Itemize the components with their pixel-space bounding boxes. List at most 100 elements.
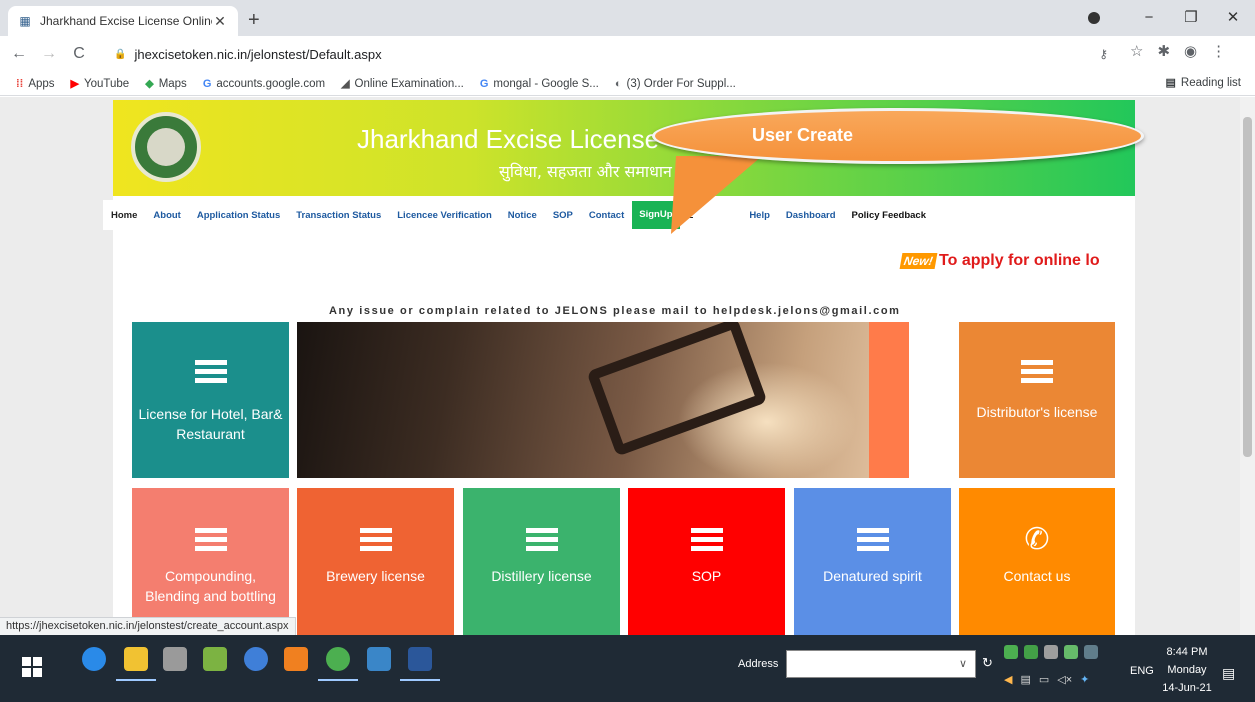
menu-hamburger-icon <box>690 528 723 555</box>
chrome-icon[interactable] <box>318 647 358 681</box>
bookmark-order-for-supply[interactable]: ◐ (3) Order For Suppl... <box>615 78 736 90</box>
tray-cloud-icon[interactable] <box>1044 645 1058 659</box>
tray-app-icon[interactable] <box>1024 645 1038 659</box>
minimize-button[interactable]: − <box>1128 4 1170 32</box>
tab-title: Jharkhand Excise License Online <box>40 14 212 28</box>
menu-sop[interactable]: SOP <box>545 210 581 221</box>
edge-icon[interactable] <box>82 647 106 671</box>
menu-hamburger-icon <box>359 528 392 555</box>
notification-center-icon[interactable]: ▤ <box>1222 665 1235 682</box>
address-refresh-icon[interactable]: ↻ <box>982 655 993 671</box>
close-window-button[interactable]: ✕ <box>1212 4 1254 32</box>
site-title: Jharkhand Excise License <box>357 124 660 154</box>
tile-hotel-bar-license[interactable]: License for Hotel, Bar& Restaurant <box>132 322 289 478</box>
tray-battery-icon[interactable]: ▭ <box>1039 673 1049 686</box>
exam-icon: ◢ <box>341 78 350 90</box>
bookmark-accounts-google[interactable]: Gaccounts.google.com <box>203 78 325 90</box>
tray-display-icon[interactable]: ▤ <box>1020 673 1030 686</box>
menu-application-status[interactable]: Application Status <box>189 210 288 221</box>
scrollbar-thumb[interactable] <box>1243 117 1252 457</box>
browser-tab[interactable]: ▦ Jharkhand Excise License Online ✕ <box>8 6 238 36</box>
menu-policy-feedback[interactable]: Policy Feedback <box>844 210 934 221</box>
browser-toolbar: ← → C 🔒 jhexcisetoken.nic.in/jelonstest/… <box>0 36 1255 72</box>
bookmark-apps[interactable]: ⁞⁞ Apps <box>16 78 55 90</box>
extensions-puzzle-icon[interactable]: ✱ <box>1157 42 1170 60</box>
bookmarks-bar: ⁞⁞ Apps ▶ YouTube ◆ Maps Gaccounts.google.c… <box>0 72 1255 96</box>
page-scrollbar[interactable] <box>1240 97 1255 635</box>
tray-arrow-icon[interactable]: ◀ <box>1004 673 1012 686</box>
vlc-icon[interactable] <box>284 647 308 671</box>
tray-pen-icon[interactable] <box>1084 645 1098 659</box>
tile-sop[interactable]: SOP <box>628 488 785 635</box>
tile-distributor-license[interactable]: Distributor's license <box>959 322 1115 478</box>
word-icon[interactable] <box>400 647 440 681</box>
menu-transaction-status[interactable]: Transaction Status <box>288 210 389 221</box>
hero-photo <box>297 322 909 478</box>
tray-network-icon[interactable] <box>1064 645 1078 659</box>
clock-day: Monday <box>1167 664 1207 676</box>
forward-arrow-icon[interactable]: → <box>38 45 60 63</box>
photos-icon[interactable] <box>367 647 391 671</box>
bookmark-mongal-google[interactable]: Gmongal - Google S... <box>480 78 599 90</box>
maximize-button[interactable]: ❐ <box>1170 4 1212 32</box>
site-favicon-icon: ▦ <box>19 14 31 28</box>
user-create-callout: User Create <box>652 108 1144 164</box>
jharkhand-emblem-icon <box>131 112 201 182</box>
url-text: jhexcisetoken.nic.in/jelonstest/Default.… <box>134 46 382 62</box>
tray-shield-icon[interactable] <box>1004 645 1018 659</box>
menu-licencee-verification[interactable]: Licencee Verification <box>389 210 500 221</box>
toolbar-actions: ☆ ✱ ◉ ⋮ <box>1130 42 1226 60</box>
browser-circle-icon[interactable] <box>244 647 268 671</box>
menu-contact[interactable]: Contact <box>581 210 632 221</box>
language-indicator[interactable]: ENG <box>1130 665 1154 677</box>
new-tab-button[interactable]: + <box>248 9 260 32</box>
announcement-marquee[interactable]: New! To apply for online lo <box>899 252 1100 270</box>
address-toolbar-label: Address <box>738 658 779 670</box>
menu-home[interactable]: Home <box>103 210 145 221</box>
bookmark-online-examination[interactable]: ◢ Online Examination... <box>341 77 464 91</box>
tab-close-icon[interactable]: ✕ <box>212 13 228 30</box>
tile-compounding-blending[interactable]: Compounding, Blending and bottling <box>132 488 289 635</box>
menu-help[interactable]: Help <box>741 210 778 221</box>
status-bar-url: https://jhexcisetoken.nic.in/jelonstest/… <box>0 617 296 635</box>
reading-list-icon: ▤ <box>1165 77 1176 89</box>
tile-brewery-license[interactable]: Brewery license <box>297 488 454 635</box>
volume-muted-icon[interactable]: ◁× <box>1057 673 1072 686</box>
extension-emblem-icon[interactable]: ◉ <box>1184 42 1197 60</box>
youtube-icon: ▶ <box>70 78 80 90</box>
bookmark-youtube[interactable]: ▶ YouTube <box>70 77 130 91</box>
bookmark-star-icon[interactable]: ☆ <box>1130 42 1143 60</box>
site-container: Jharkhand Excise License सुविधा, सहजता औ… <box>103 100 1135 635</box>
google-icon: G <box>202 77 212 90</box>
main-menu: Home About Application Status Transactio… <box>103 200 1135 230</box>
bookmark-maps[interactable]: ◆ Maps <box>145 77 187 91</box>
reload-icon[interactable]: C <box>68 45 90 63</box>
tile-distillery-license[interactable]: Distillery license <box>463 488 620 635</box>
windows-taskbar: Address ∨ ↻ ◀ ▤ ▭ ◁× ✦ ENG 8:44 PM Monda… <box>0 635 1255 702</box>
globe-icon: ◐ <box>614 77 622 90</box>
dropdown-chevron-icon[interactable]: ∨ <box>959 657 967 670</box>
menu-hamburger-icon <box>856 528 889 555</box>
clock-date: 14-Jun-21 <box>1162 682 1212 694</box>
menu-dashboard[interactable]: Dashboard <box>778 210 844 221</box>
menu-kebab-icon[interactable]: ⋮ <box>1211 42 1226 60</box>
menu-notice[interactable]: Notice <box>500 210 545 221</box>
back-arrow-icon[interactable]: ← <box>8 45 30 63</box>
reading-list-button[interactable]: ▤ Reading list <box>1165 76 1242 90</box>
system-clock[interactable]: 8:44 PM Monday 14-Jun-21 <box>1162 643 1212 697</box>
file-explorer-icon[interactable] <box>116 647 156 681</box>
callout-text: User Create <box>752 125 854 145</box>
tray-bluetooth-icon[interactable]: ✦ <box>1080 673 1089 686</box>
tile-contact-us[interactable]: ✆ Contact us <box>959 488 1115 635</box>
maps-icon: ◆ <box>145 78 154 90</box>
password-key-icon[interactable]: ⚷ <box>1099 47 1108 61</box>
profile-indicator-icon[interactable] <box>1088 12 1100 24</box>
notepad-icon[interactable] <box>203 647 227 671</box>
windows-start-icon[interactable] <box>22 657 42 677</box>
tile-denatured-spirit[interactable]: Denatured spirit <box>794 488 951 635</box>
address-toolbar-input[interactable]: ∨ <box>786 650 976 678</box>
app-window-icon[interactable] <box>163 647 187 671</box>
address-bar[interactable]: 🔒 jhexcisetoken.nic.in/jelonstest/Defaul… <box>102 40 1108 68</box>
menu-about[interactable]: About <box>145 210 188 221</box>
menu-hamburger-icon <box>194 528 227 555</box>
